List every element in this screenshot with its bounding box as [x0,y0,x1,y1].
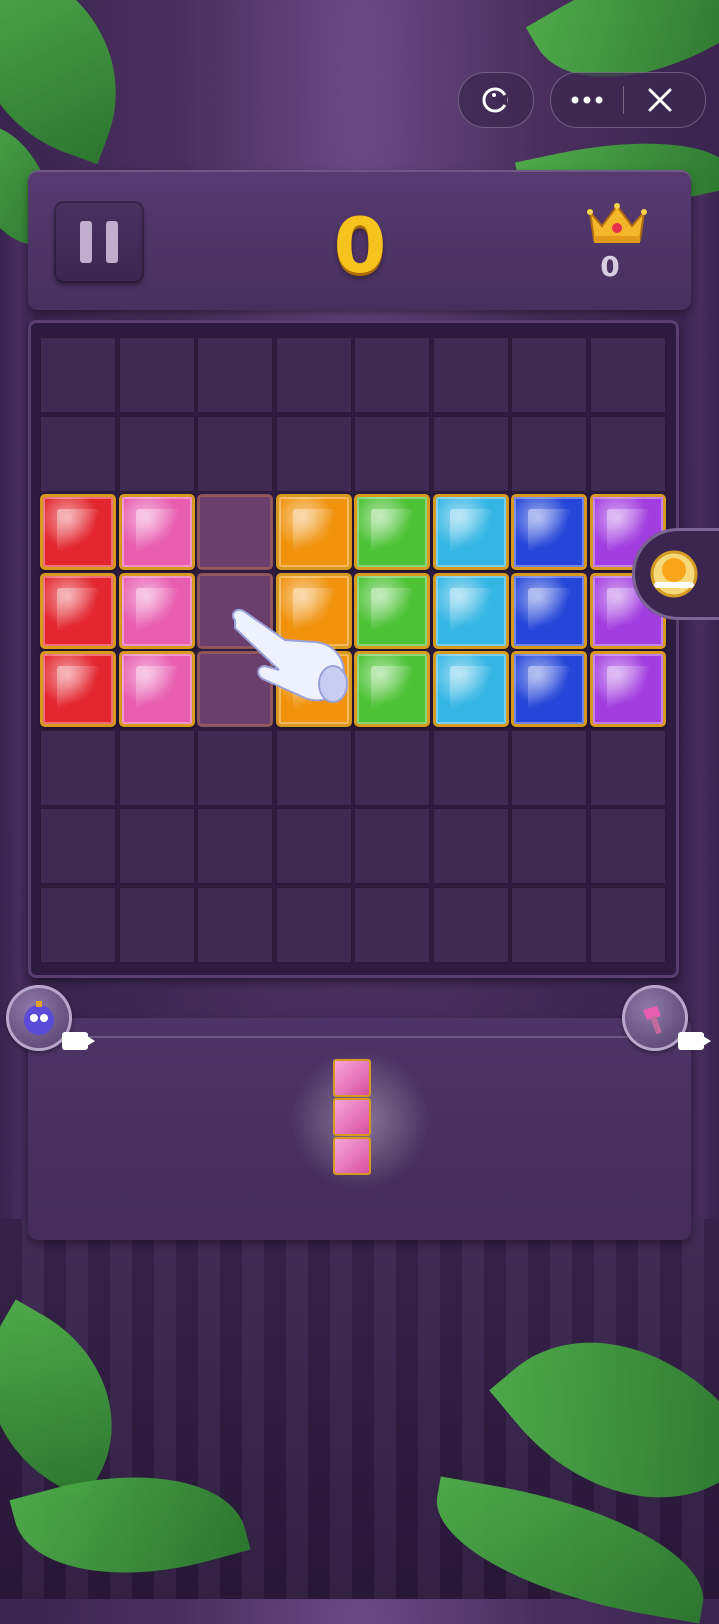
gem-block-blue [511,651,587,727]
board-cell[interactable] [589,415,666,492]
board-cell[interactable] [197,808,273,884]
hammer-booster-icon [643,1006,662,1034]
gem-block-cyan [432,572,509,649]
board-cell[interactable] [589,729,666,806]
video-ad-icon [62,1032,95,1050]
board-cell[interactable] [275,729,352,806]
gem-block-red [40,494,116,570]
gem-block-red [40,572,116,649]
board-cell[interactable] [275,808,352,884]
board-cell[interactable] [432,337,509,413]
board-cell[interactable] [511,729,587,806]
board-cell[interactable] [118,415,195,492]
board-cell[interactable] [432,886,509,963]
mini-game-capsule[interactable] [458,72,534,128]
tutorial-hand-icon [231,608,348,703]
board-cell[interactable] [197,337,273,413]
board-cell[interactable] [275,415,352,492]
leaf-decoration [0,0,153,165]
gem-block-pink [118,651,195,727]
pause-icon [80,221,92,263]
current-score: 0 [333,201,387,290]
gem-block-red [40,651,116,727]
board-cell[interactable] [511,415,587,492]
more-icon[interactable] [551,73,623,127]
board-cell[interactable] [275,886,352,963]
board-cell[interactable] [118,886,195,963]
close-icon[interactable] [624,73,696,127]
board-cell[interactable] [118,337,195,413]
piece-block[interactable] [333,1098,371,1136]
board-cell[interactable] [354,415,430,492]
board-cell[interactable] [40,729,116,806]
board-cell[interactable] [40,808,116,884]
crown-icon [587,203,647,243]
gem-block-green [354,494,430,570]
board-cell[interactable] [118,729,195,806]
board-cell[interactable] [432,415,509,492]
gem-block-pink [118,572,195,649]
board-cell[interactable] [40,886,116,963]
board-cell[interactable] [354,337,430,413]
board-cell[interactable] [40,415,116,492]
pacman-icon[interactable] [459,73,531,127]
gem-block-blue [511,494,587,570]
pause-button[interactable] [54,201,144,283]
board-cell[interactable] [589,337,666,413]
board-cell[interactable] [197,415,273,492]
best-score: 0 [600,250,620,283]
side-reward-tab[interactable] [632,528,719,620]
piece-block[interactable] [333,1059,371,1097]
video-ad-icon [678,1032,711,1050]
piece-block[interactable] [333,1137,371,1175]
gem-block-cyan [432,494,509,570]
placement-preview [197,494,273,570]
sun-gift-icon [650,550,698,598]
board-cell[interactable] [511,337,587,413]
board-cell[interactable] [511,886,587,963]
gem-block-purple [589,651,666,727]
gem-block-cyan [432,651,509,727]
board-cell[interactable] [589,886,666,963]
board-cell[interactable] [511,808,587,884]
booster-rail [70,1036,640,1038]
board-cell[interactable] [118,808,195,884]
bomb-booster-icon [24,1001,54,1035]
gem-block-green [354,572,430,649]
gem-block-pink [118,494,195,570]
board-cell[interactable] [40,337,116,413]
gem-block-orange [275,494,352,570]
gem-block-blue [511,572,587,649]
board-cell[interactable] [589,808,666,884]
board-cell[interactable] [197,886,273,963]
gem-block-green [354,651,430,727]
board-cell[interactable] [432,729,509,806]
menu-capsule [550,72,706,128]
board-cell[interactable] [197,729,273,806]
board-cell[interactable] [354,886,430,963]
board-cell[interactable] [354,808,430,884]
board-cell[interactable] [432,808,509,884]
board-cell[interactable] [275,337,352,413]
board-cell[interactable] [354,729,430,806]
